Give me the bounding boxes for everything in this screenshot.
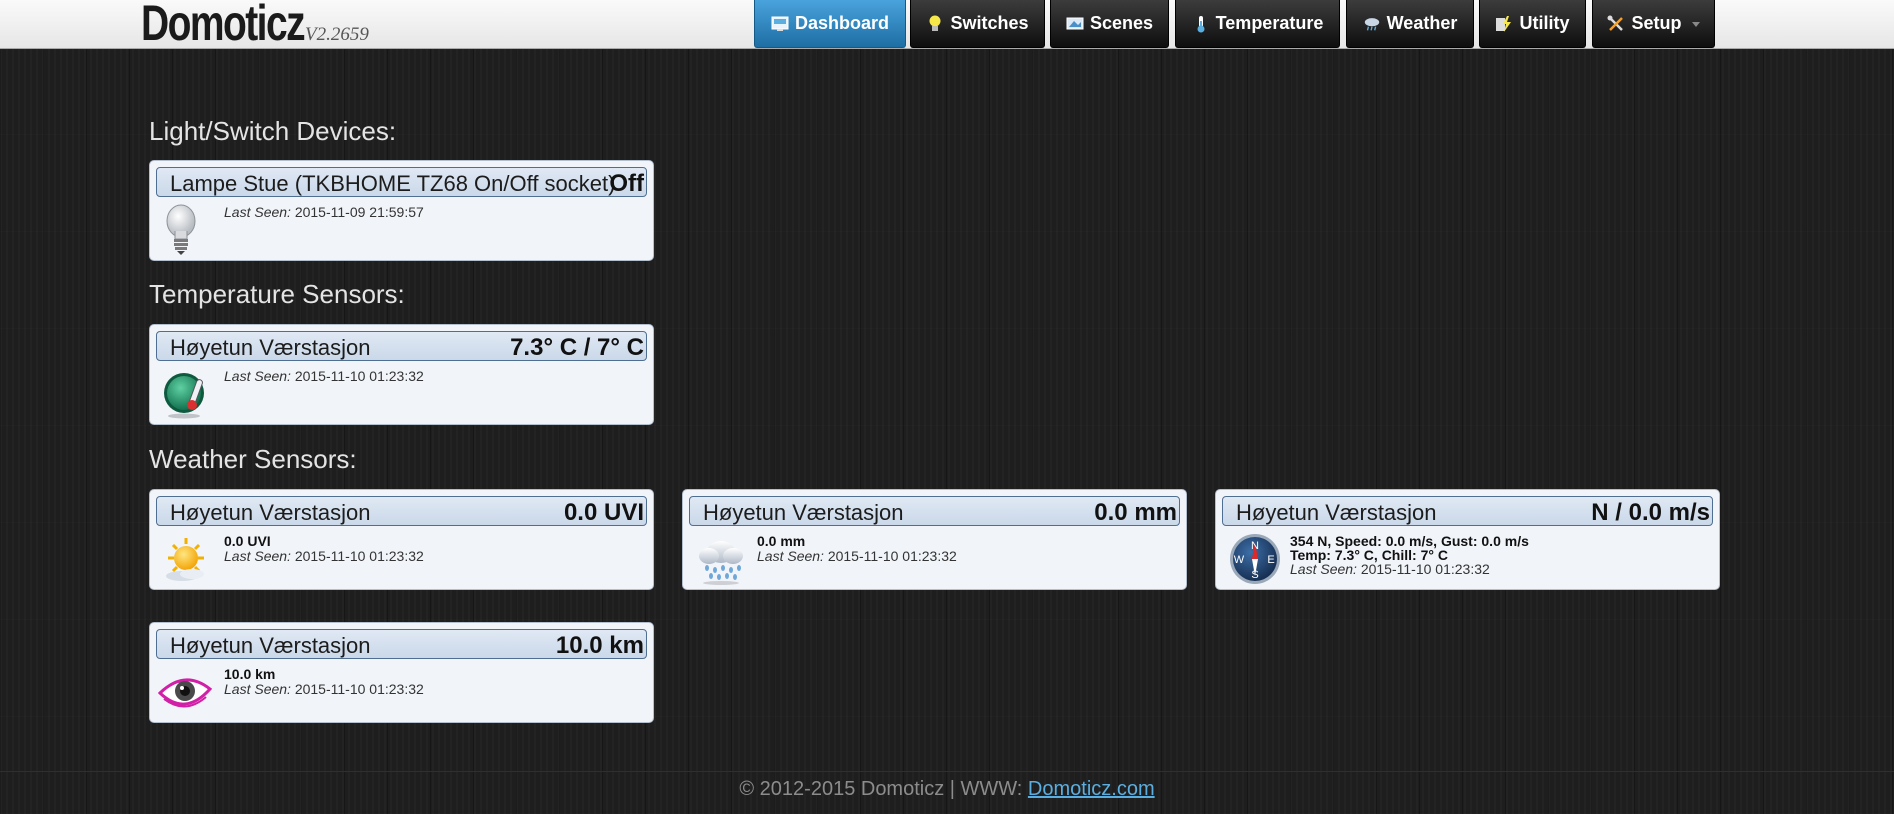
chevron-down-icon xyxy=(1691,22,1700,27)
device-card-uv[interactable]: Høyetun Værstasjon 0.0 UVI 0.0 UVI Last … xyxy=(149,489,654,590)
nav-weather[interactable]: Weather xyxy=(1346,0,1474,48)
device-card-wind[interactable]: Høyetun Værstasjon N / 0.0 m/s N S W E 3… xyxy=(1215,489,1720,590)
device-card-lamp[interactable]: Lampe Stue (TKBHOME TZ68 On/Off socket) … xyxy=(149,160,654,261)
device-info: 10.0 km Last Seen: 2015-11-10 01:23:32 xyxy=(224,667,424,697)
nav-weather-label: Weather xyxy=(1386,13,1458,33)
nav-setup[interactable]: Setup xyxy=(1592,0,1715,48)
last-seen-value: 2015-11-10 01:23:32 xyxy=(294,681,424,697)
device-value: 7.3° C / 7° C xyxy=(510,334,644,361)
footer-text: © 2012-2015 Domoticz | WWW: xyxy=(739,778,1028,800)
setup-icon xyxy=(1607,15,1625,33)
thermometer-gauge-icon[interactable] xyxy=(162,367,210,421)
device-detail: 354 N, Speed: 0.0 m/s, Gust: 0.0 m/s xyxy=(1290,533,1529,549)
device-value: 0.0 mm xyxy=(1094,499,1177,526)
section-title-light: Light/Switch Devices: xyxy=(149,116,397,146)
footer: © 2012-2015 Domoticz | WWW: Domoticz.com xyxy=(0,778,1894,801)
top-navbar: Domoticz V2.2659 Dashboard Switches Scen… xyxy=(0,0,1894,49)
nav-dashboard-label: Dashboard xyxy=(794,13,890,33)
utility-icon xyxy=(1495,15,1513,33)
nav-utility[interactable]: Utility xyxy=(1479,0,1586,48)
nav-scenes[interactable]: Scenes xyxy=(1050,0,1169,48)
last-seen-label: Last Seen: xyxy=(224,368,291,384)
last-seen-value: 2015-11-10 01:23:32 xyxy=(827,548,957,564)
device-name: Høyetun Værstasjon xyxy=(170,633,371,658)
device-detail: 0.0 mm xyxy=(757,533,806,549)
compass-s-label: S xyxy=(1251,569,1258,581)
device-info: Last Seen: 2015-11-10 01:23:32 xyxy=(224,369,424,384)
device-name: Høyetun Værstasjon xyxy=(1236,500,1437,525)
nav-temperature-label: Temperature xyxy=(1215,13,1324,33)
nav-temperature[interactable]: Temperature xyxy=(1175,0,1340,48)
card-header: Lampe Stue (TKBHOME TZ68 On/Off socket) … xyxy=(156,167,647,197)
eye-icon[interactable] xyxy=(157,665,213,719)
last-seen-value: 2015-11-10 01:23:32 xyxy=(294,368,424,384)
card-header: Høyetun Værstasjon N / 0.0 m/s xyxy=(1222,496,1713,526)
nav-switches-label: Switches xyxy=(950,13,1029,33)
device-detail: 0.0 UVI xyxy=(224,533,271,549)
last-seen-label: Last Seen: xyxy=(224,548,291,564)
card-header: Høyetun Værstasjon 10.0 km xyxy=(156,629,647,659)
device-detail: 10.0 km xyxy=(224,666,276,682)
rain-cloud-icon[interactable] xyxy=(695,532,743,586)
brand-name: Domoticz xyxy=(141,0,306,51)
brand-logo[interactable]: Domoticz V2.2659 xyxy=(141,0,369,49)
dashboard-icon xyxy=(771,15,789,33)
device-name: Høyetun Værstasjon xyxy=(170,335,371,360)
last-seen-value: 2015-11-10 01:23:32 xyxy=(1360,561,1490,577)
nav-dashboard[interactable]: Dashboard xyxy=(754,0,906,48)
last-seen-value: 2015-11-10 01:23:32 xyxy=(294,548,424,564)
device-detail-2: Temp: 7.3° C, Chill: 7° C xyxy=(1290,547,1448,563)
device-value: 0.0 UVI xyxy=(563,499,644,526)
device-value: 10.0 km xyxy=(555,632,644,659)
compass-w-label: W xyxy=(1234,554,1245,566)
device-info: 354 N, Speed: 0.0 m/s, Gust: 0.0 m/s Tem… xyxy=(1290,534,1529,576)
last-seen-label: Last Seen: xyxy=(1290,561,1357,577)
nav-utility-label: Utility xyxy=(1519,13,1570,33)
last-seen-label: Last Seen: xyxy=(224,681,291,697)
device-value: N / 0.0 m/s xyxy=(1591,499,1710,526)
nav-switches[interactable]: Switches xyxy=(910,0,1045,48)
last-seen-label: Last Seen: xyxy=(224,204,291,220)
device-status: Off xyxy=(609,170,644,197)
lightbulb-icon[interactable] xyxy=(162,203,210,257)
device-info: Last Seen: 2015-11-09 21:59:57 xyxy=(224,205,424,220)
scenes-icon xyxy=(1066,15,1084,33)
card-header: Høyetun Værstasjon 7.3° C / 7° C xyxy=(156,331,647,361)
nav-scenes-label: Scenes xyxy=(1089,13,1154,33)
nav-setup-label: Setup xyxy=(1631,13,1682,33)
device-name: Høyetun Værstasjon xyxy=(170,500,371,525)
compass-icon[interactable]: N S W E xyxy=(1228,532,1280,586)
device-info: 0.0 mm Last Seen: 2015-11-10 01:23:32 xyxy=(757,534,957,564)
last-seen-label: Last Seen: xyxy=(757,548,824,564)
weather-icon xyxy=(1363,15,1381,33)
compass-n-label: N xyxy=(1251,540,1259,552)
compass-e-label: E xyxy=(1267,554,1274,566)
device-card-visibility[interactable]: Høyetun Værstasjon 10.0 km 10.0 km Last … xyxy=(149,622,654,723)
device-card-rain[interactable]: Høyetun Værstasjon 0.0 mm 0.0 mm Last Se… xyxy=(682,489,1187,590)
sun-icon[interactable] xyxy=(162,532,210,586)
version-label: V2.2659 xyxy=(305,24,369,45)
card-header: Høyetun Værstasjon 0.0 mm xyxy=(689,496,1180,526)
card-header: Høyetun Værstasjon 0.0 UVI xyxy=(156,496,647,526)
section-title-temperature: Temperature Sensors: xyxy=(149,279,405,309)
footer-divider xyxy=(0,771,1894,772)
device-card-temperature[interactable]: Høyetun Værstasjon 7.3° C / 7° C Last Se… xyxy=(149,324,654,425)
device-name: Høyetun Værstasjon xyxy=(703,500,904,525)
thermometer-icon xyxy=(1192,15,1210,33)
lightbulb-icon xyxy=(926,15,944,33)
section-title-weather: Weather Sensors: xyxy=(149,444,357,474)
device-info: 0.0 UVI Last Seen: 2015-11-10 01:23:32 xyxy=(224,534,424,564)
device-name: Lampe Stue (TKBHOME TZ68 On/Off socket) xyxy=(170,171,616,196)
footer-link[interactable]: Domoticz.com xyxy=(1028,778,1155,800)
last-seen-value: 2015-11-09 21:59:57 xyxy=(294,204,424,220)
